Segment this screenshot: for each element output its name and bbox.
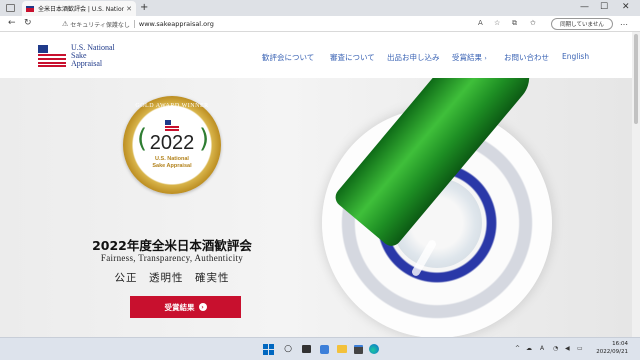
widgets-icon[interactable]	[318, 343, 330, 355]
hero-title: 2022年度全米日本酒歓評会	[92, 238, 252, 253]
read-aloud-icon[interactable]: A	[478, 19, 483, 27]
clock-date: 2022/09/21	[596, 348, 628, 355]
nav-entry[interactable]: 出品お申し込み	[387, 52, 440, 63]
hero-section: GOLD AWARD WINNER ( ) 2022 U.S. National…	[0, 78, 632, 337]
page-scrollbar[interactable]	[632, 32, 640, 337]
wifi-icon[interactable]: ◔	[553, 345, 558, 352]
hero-subtitle: Fairness, Transparency, Authenticity	[100, 253, 244, 263]
more-icon[interactable]: …	[620, 18, 628, 27]
badge-org-line: Sake Appraisal	[152, 162, 192, 169]
tab-close-icon[interactable]: ✕	[126, 5, 132, 13]
back-icon[interactable]: ←	[8, 18, 16, 28]
scrollbar-thumb[interactable]	[634, 34, 638, 124]
url-divider	[133, 20, 135, 28]
site-favicon-icon	[26, 5, 34, 12]
nav-contact[interactable]: お問い合わせ	[504, 52, 549, 63]
nav-results-label: 受賞結果	[452, 53, 482, 62]
logo-text: U.S. National Sake Appraisal	[71, 44, 115, 68]
site-logo[interactable]: U.S. National Sake Appraisal	[38, 44, 115, 68]
logo-line: Appraisal	[71, 59, 103, 68]
search-icon[interactable]: ○	[282, 343, 294, 355]
nav-results[interactable]: 受賞結果 ›	[452, 52, 487, 63]
results-button-label: 受賞結果	[164, 302, 195, 312]
window-close-icon[interactable]: ✕	[622, 2, 630, 12]
url-text: www.sakeappraisal.org	[138, 20, 214, 28]
onedrive-icon[interactable]: ☁	[526, 345, 532, 352]
tab-title: 全米日本酒歓評会 | U.S. Nationa	[38, 6, 125, 13]
tray-chevron-icon[interactable]: ^	[515, 345, 520, 352]
file-explorer-icon[interactable]	[336, 343, 348, 355]
favorite-icon[interactable]: ☆	[494, 19, 500, 27]
logo-flag-icon	[38, 45, 66, 67]
ime-indicator[interactable]: A	[540, 345, 544, 352]
refresh-icon[interactable]: ↻	[24, 18, 32, 28]
url-field[interactable]: ⚠ セキュリティ保護なし www.sakeappraisal.org	[62, 18, 462, 30]
clock-time: 16:04	[612, 341, 628, 347]
results-button[interactable]: 受賞結果 ›	[130, 296, 241, 318]
nav-judging[interactable]: 審査について	[330, 52, 375, 63]
gold-award-badge: GOLD AWARD WINNER ( ) 2022 U.S. National…	[123, 96, 221, 194]
favorites-bar-icon[interactable]: ✩	[530, 19, 536, 27]
edge-icon[interactable]	[368, 343, 380, 355]
battery-icon[interactable]: ▭	[577, 345, 583, 352]
warning-icon: ⚠	[62, 20, 69, 28]
browser-tab[interactable]: 全米日本酒歓評会 | U.S. Nationa ✕	[22, 1, 136, 16]
arrow-right-icon: ›	[198, 303, 207, 311]
taskbar: ○ ^ ☁ A ◔ ◀ ▭ 16:04 2022/09/21	[0, 337, 640, 360]
new-tab-button[interactable]: +	[140, 2, 148, 13]
chevron-down-icon: ›	[484, 55, 487, 62]
site-header: U.S. National Sake Appraisal 歓評会について 審査に…	[0, 32, 632, 78]
badge-org: U.S. National Sake Appraisal	[123, 156, 221, 169]
minimize-icon[interactable]: —	[580, 2, 589, 12]
volume-icon[interactable]: ◀	[565, 345, 570, 352]
browser-tab-bar: 全米日本酒歓評会 | U.S. Nationa ✕ + — ☐ ✕	[0, 0, 640, 16]
windows-icon	[262, 343, 274, 355]
badge-arc-text: GOLD AWARD WINNER	[135, 103, 209, 109]
sync-button[interactable]: 同期していません	[551, 18, 613, 30]
insecure-label: セキュリティ保護なし	[70, 21, 130, 29]
badge-flag-icon	[165, 120, 179, 131]
tab-actions-icon[interactable]	[6, 4, 15, 12]
collections-icon[interactable]: ⧉	[512, 19, 517, 28]
nav-about[interactable]: 歓評会について	[262, 52, 314, 63]
nav-english[interactable]: English	[562, 52, 589, 61]
hero-keywords: 公正 透明性 確実性	[114, 272, 230, 284]
store-icon[interactable]	[352, 343, 364, 355]
badge-year: 2022	[149, 132, 195, 154]
task-view-icon[interactable]	[300, 343, 312, 355]
taskbar-clock[interactable]: 16:04 2022/09/21	[590, 341, 628, 356]
address-bar: ← ↻ ⚠ セキュリティ保護なし www.sakeappraisal.org A…	[0, 16, 640, 32]
start-button[interactable]	[262, 343, 274, 355]
maximize-icon[interactable]: ☐	[600, 2, 608, 12]
